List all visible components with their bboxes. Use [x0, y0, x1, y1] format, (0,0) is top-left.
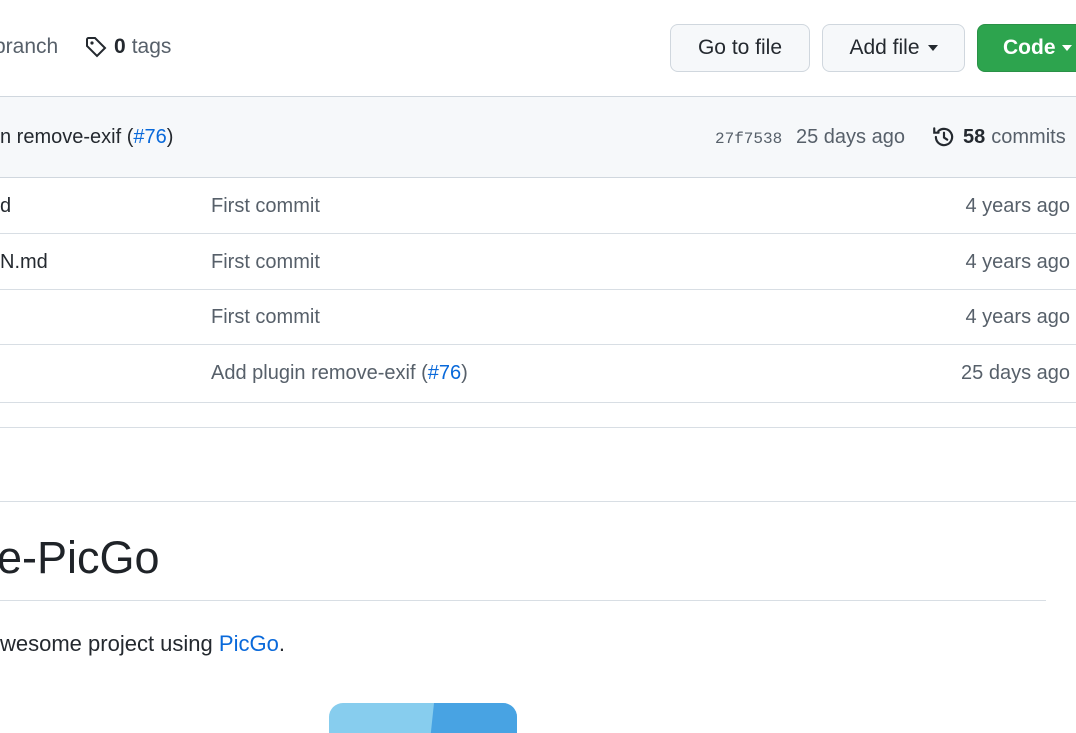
- commit-sha-link[interactable]: 27f7538: [715, 130, 782, 148]
- file-commit-message[interactable]: First commit: [211, 251, 320, 274]
- file-commit-suffix: ): [461, 362, 468, 384]
- row-divider: [0, 344, 1076, 345]
- caret-down-icon: [1061, 45, 1072, 51]
- go-to-file-label: Go to file: [697, 36, 783, 59]
- readme-top-divider: [0, 501, 1076, 502]
- tag-icon: [84, 35, 108, 59]
- tags-label: tags: [131, 35, 172, 58]
- file-commit-text: Add plugin remove-exif (: [211, 362, 428, 384]
- branches-link[interactable]: branch: [0, 35, 58, 59]
- file-commit-message[interactable]: First commit: [211, 306, 320, 329]
- code-button[interactable]: Code: [977, 24, 1076, 72]
- branch-label: branch: [0, 35, 59, 58]
- code-label: Code: [1003, 36, 1056, 59]
- tags-count: 0: [114, 35, 126, 58]
- file-age: 4 years ago: [965, 306, 1070, 328]
- commit-age: 25 days ago: [796, 126, 905, 148]
- file-age: 4 years ago: [965, 251, 1070, 273]
- readme-text: wesome project using: [0, 631, 219, 656]
- logo-right-half: [427, 703, 517, 733]
- latest-commit-message: n remove-exif (#76): [0, 126, 173, 149]
- row-divider: [0, 289, 1076, 290]
- file-age: 25 days ago: [961, 362, 1070, 384]
- section-divider: [0, 427, 1076, 428]
- history-icon: [931, 124, 957, 150]
- file-name-link[interactable]: N.md: [0, 251, 48, 274]
- file-commit-message[interactable]: First commit: [211, 195, 320, 218]
- row-divider: [0, 233, 1076, 234]
- commit-message-text: n remove-exif (: [0, 126, 134, 148]
- add-file-button[interactable]: Add file: [822, 24, 965, 72]
- commit-pr-link[interactable]: #76: [133, 126, 166, 148]
- go-to-file-button[interactable]: Go to file: [670, 24, 810, 72]
- commits-history-link[interactable]: 58 commits: [931, 124, 1066, 150]
- file-commit-pr-link[interactable]: #76: [428, 362, 461, 384]
- picgo-logo-image: [329, 703, 517, 733]
- tags-link[interactable]: 0 tags: [84, 35, 171, 59]
- caret-down-icon: [927, 45, 938, 51]
- row-divider: [0, 402, 1076, 403]
- picgo-link[interactable]: PicGo: [219, 631, 279, 656]
- file-name-link[interactable]: d: [0, 195, 11, 218]
- file-commit-message[interactable]: Add plugin remove-exif (#76): [211, 362, 468, 385]
- commits-label: commits: [991, 125, 1066, 148]
- commits-count: 58: [963, 125, 986, 148]
- add-file-label: Add file: [849, 36, 920, 59]
- commit-message-suffix: ): [166, 126, 174, 148]
- readme-text-suffix: .: [278, 631, 285, 656]
- heading-rule: [0, 600, 1046, 601]
- file-age: 4 years ago: [965, 195, 1070, 217]
- readme-paragraph: wesome project using PicGo.: [0, 631, 285, 657]
- readme-heading: e-PicGo: [0, 532, 160, 583]
